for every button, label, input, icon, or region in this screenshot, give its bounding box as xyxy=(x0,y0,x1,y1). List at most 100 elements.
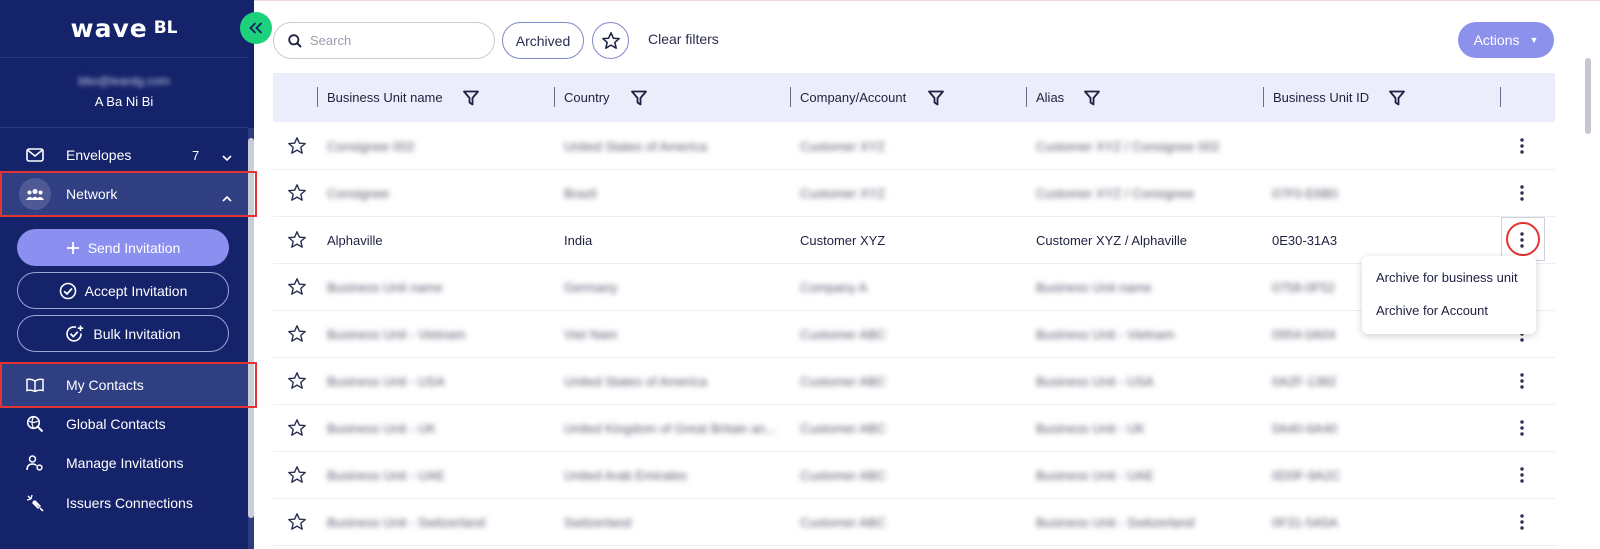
table-row[interactable]: Business Unit - USA United States of Amer… xyxy=(273,358,1555,405)
favorite-star-icon[interactable] xyxy=(287,465,307,485)
table-row[interactable]: Consignee Brazil Customer XYZ Customer XYZ … xyxy=(273,170,1555,217)
row-more-options-icon[interactable] xyxy=(1514,512,1530,532)
sidebar-item-label: Issuers Connections xyxy=(66,495,193,511)
check-circle-plus-icon xyxy=(65,324,85,344)
table-row[interactable]: Business Unit - UAE United Arab Emirates C… xyxy=(273,452,1555,499)
row-more-options-icon[interactable] xyxy=(1514,465,1530,485)
cell-company-account: Customer XYZ xyxy=(800,139,886,154)
user-settings-icon xyxy=(24,452,46,474)
column-header-label: Business Unit ID xyxy=(1273,90,1370,105)
sidebar-item-my-contacts[interactable]: My Contacts xyxy=(0,364,248,406)
content-scrollbar[interactable] xyxy=(1585,40,1591,549)
open-book-icon xyxy=(24,374,46,396)
highlight-row-menu-button xyxy=(1506,222,1540,256)
people-group-icon xyxy=(19,178,51,210)
envelope-icon xyxy=(24,144,46,166)
user-name: A Ba Ni Bi xyxy=(94,94,154,109)
favorite-star-icon[interactable] xyxy=(287,277,307,297)
column-header-alias[interactable]: Alias xyxy=(1026,73,1100,122)
filter-icon[interactable] xyxy=(463,90,479,106)
favorite-star-icon[interactable] xyxy=(287,512,307,532)
sidebar-item-label: My Contacts xyxy=(66,377,144,393)
cell-company-account: Customer ABC xyxy=(800,515,886,530)
column-header-company-account[interactable]: Company/Account xyxy=(790,73,944,122)
column-header-country[interactable]: Country xyxy=(554,73,647,122)
envelopes-count-badge: 7 xyxy=(192,147,200,163)
search-icon xyxy=(288,33,302,48)
sidebar-item-network[interactable]: Network xyxy=(0,173,248,215)
favorite-star-icon[interactable] xyxy=(287,324,307,344)
cell-business-unit-name: Business Unit name xyxy=(327,280,443,295)
cell-country: India xyxy=(564,233,593,248)
filter-icon[interactable] xyxy=(1084,90,1100,106)
table-row[interactable]: Business Unit - Switzerland Switzerland Cu… xyxy=(273,499,1555,546)
cell-business-unit-id: 0954-0A04 xyxy=(1272,327,1336,342)
column-separator xyxy=(1500,87,1501,107)
table-row[interactable]: Consignee 002 United States of America Cus… xyxy=(273,123,1555,170)
caret-down-icon: ▼ xyxy=(1529,35,1539,45)
bulk-invitation-label: Bulk Invitation xyxy=(93,325,181,342)
favorites-filter-button[interactable] xyxy=(592,22,629,59)
filter-icon[interactable] xyxy=(1389,90,1405,106)
favorite-star-icon[interactable] xyxy=(287,136,307,156)
sidebar-item-label: Global Contacts xyxy=(66,416,166,432)
search-input[interactable] xyxy=(310,33,480,48)
filter-icon[interactable] xyxy=(631,90,647,106)
column-header-label: Alias xyxy=(1036,90,1065,105)
table-row[interactable]: Business Unit - UK United Kingdom of Grea… xyxy=(273,405,1555,452)
bulk-invitation-button[interactable]: Bulk Invitation xyxy=(17,315,229,352)
cell-company-account: Customer XYZ xyxy=(800,186,886,201)
menu-item-archive-business-unit[interactable]: Archive for business unit xyxy=(1376,270,1518,285)
column-header-label: Business Unit name xyxy=(327,90,443,105)
sidebar-item-manage-invitations[interactable]: Manage Invitations xyxy=(0,443,248,483)
column-separator xyxy=(1026,87,1027,107)
send-invitation-button[interactable]: Send Invitation xyxy=(17,229,229,266)
app-logo[interactable]: wave BL xyxy=(0,0,248,56)
cell-business-unit-name: Business Unit - UAE xyxy=(327,468,445,483)
archived-filter-button[interactable]: Archived xyxy=(502,22,584,59)
chevron-up-icon[interactable] xyxy=(222,189,232,205)
cell-business-unit-name: Consignee xyxy=(327,186,390,201)
sidebar-item-issuers-connections[interactable]: Issuers Connections xyxy=(0,483,248,523)
menu-item-archive-account[interactable]: Archive for Account xyxy=(1376,303,1488,318)
content-scrollbar-thumb[interactable] xyxy=(1585,58,1591,134)
favorite-star-icon[interactable] xyxy=(287,183,307,203)
sidebar-item-global-contacts[interactable]: Global Contacts xyxy=(0,404,248,444)
cell-business-unit-name: Business Unit - Vietnam xyxy=(327,327,466,342)
logo-main: wave xyxy=(70,13,148,43)
favorite-star-icon[interactable] xyxy=(287,230,307,250)
cell-alias: Customer XYZ / Consignee 002 xyxy=(1036,139,1220,154)
cell-country: United Kingdom of Great Britain an... xyxy=(564,421,777,436)
accept-invitation-button[interactable]: Accept Invitation xyxy=(17,272,229,309)
cell-alias: Business Unit - UK xyxy=(1036,421,1146,436)
row-more-options-icon[interactable] xyxy=(1514,183,1530,203)
row-more-options-icon[interactable] xyxy=(1514,418,1530,438)
sidebar-item-label: Envelopes xyxy=(66,147,132,163)
cell-business-unit-id: 0E30-31A3 xyxy=(1272,233,1338,248)
cell-business-unit-id: 07F0-E6B0 xyxy=(1272,186,1338,201)
column-separator xyxy=(790,87,791,107)
cell-company-account: Customer XYZ xyxy=(800,233,886,248)
column-separator xyxy=(317,87,318,107)
search-box[interactable] xyxy=(273,22,495,59)
collapse-sidebar-button[interactable] xyxy=(240,12,272,44)
cell-business-unit-name: Business Unit - Switzerland xyxy=(327,515,486,530)
sidebar-item-envelopes[interactable]: Envelopes 7 xyxy=(0,135,248,175)
cell-company-account: Customer ABC xyxy=(800,421,886,436)
cell-business-unit-name: Alphaville xyxy=(327,233,383,248)
row-more-options-icon[interactable] xyxy=(1514,136,1530,156)
user-profile[interactable]: bbo@leardg.com A Ba Ni Bi xyxy=(0,57,248,128)
filter-icon[interactable] xyxy=(928,90,944,106)
cell-country: United States of America xyxy=(564,139,708,154)
clear-filters-link[interactable]: Clear filters xyxy=(648,31,719,47)
favorite-star-icon[interactable] xyxy=(287,371,307,391)
favorite-star-icon[interactable] xyxy=(287,418,307,438)
actions-label: Actions xyxy=(1473,32,1520,48)
column-header-business-unit-id[interactable]: Business Unit ID xyxy=(1263,73,1405,122)
cell-country: United States of America xyxy=(564,374,708,389)
column-header-business-unit-name[interactable]: Business Unit name xyxy=(317,73,479,122)
actions-dropdown-button[interactable]: Actions ▼ xyxy=(1458,22,1554,58)
row-more-options-icon[interactable] xyxy=(1514,371,1530,391)
cell-business-unit-id: 0D0F-9A2C xyxy=(1272,468,1341,483)
chevron-down-icon[interactable] xyxy=(222,149,232,165)
